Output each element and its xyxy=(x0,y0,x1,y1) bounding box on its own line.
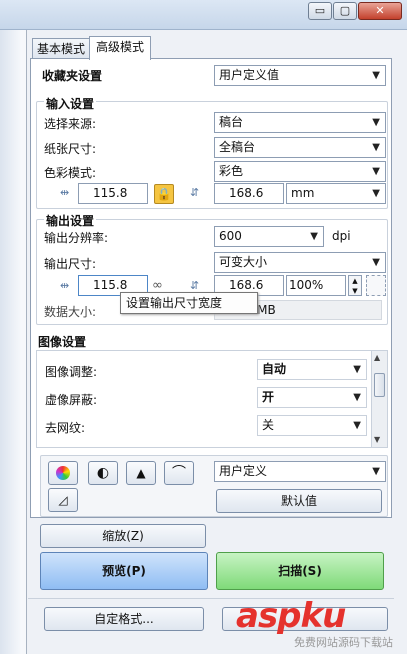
histogram-icon[interactable]: ▲ xyxy=(126,461,156,485)
chevron-down-icon: ▼ xyxy=(372,142,380,153)
descreening-label: 去网纹: xyxy=(45,421,86,435)
left-window-shadow xyxy=(0,30,22,654)
chevron-down-icon: ▼ xyxy=(372,117,380,128)
resolution-label: 输出分辨率: xyxy=(44,231,109,245)
favorites-select[interactable]: 用户定义值 ▼ xyxy=(214,65,386,86)
paper-size-select[interactable]: 全稿台 ▼ xyxy=(214,137,386,158)
color-mode-select[interactable]: 彩色 ▼ xyxy=(214,161,386,182)
descreening-value: 关 xyxy=(262,418,275,432)
scan-button[interactable]: 扫描(S) xyxy=(216,552,384,590)
color-palette-icon[interactable] xyxy=(48,461,78,485)
color-mode-value: 彩色 xyxy=(219,164,244,178)
custom-format-button[interactable]: 自定格式... xyxy=(44,607,204,631)
scale-stepper[interactable]: ▲ ▼ xyxy=(348,275,362,296)
maximize-button[interactable]: ▢ xyxy=(333,2,357,20)
chevron-down-icon: ▼ xyxy=(372,166,380,177)
aspku-watermark-logo: aspku xyxy=(236,596,346,636)
source-label: 选择来源: xyxy=(44,117,97,131)
chevron-down-icon: ▼ xyxy=(372,257,380,268)
output-size-value: 可变大小 xyxy=(219,255,268,269)
watermark-caption: 免费网站源码下载站 xyxy=(294,636,393,649)
paper-size-value: 全稿台 xyxy=(219,140,256,154)
unit-value: mm xyxy=(291,186,315,200)
default-values-button[interactable]: 默认值 xyxy=(216,489,382,513)
source-value: 稿台 xyxy=(219,115,244,129)
chevron-down-icon: ▼ xyxy=(372,188,380,199)
zoom-button[interactable]: 缩放(Z) xyxy=(40,524,206,548)
input-settings-title: 输入设置 xyxy=(44,95,97,112)
scroll-down-icon[interactable]: ▼ xyxy=(374,435,380,444)
output-settings-title: 输出设置 xyxy=(44,212,97,229)
chevron-down-icon: ▼ xyxy=(310,231,318,242)
favorites-label: 收藏夹设置 xyxy=(42,69,103,83)
scroll-up-icon[interactable]: ▲ xyxy=(374,353,380,362)
tooltip: 设置输出尺寸宽度 xyxy=(120,292,258,314)
scrollbar-thumb[interactable] xyxy=(374,373,385,397)
image-settings-title: 图像设置 xyxy=(38,335,87,349)
source-select[interactable]: 稿台 ▼ xyxy=(214,112,386,133)
image-adjust-select[interactable]: 自动 ▼ xyxy=(257,359,367,380)
preview-button[interactable]: 预览(P) xyxy=(40,552,208,590)
unsharp-mask-select[interactable]: 开 ▼ xyxy=(257,387,367,408)
favorites-value: 用户定义值 xyxy=(219,68,280,82)
close-button[interactable]: ✕ xyxy=(358,2,402,20)
scale-field[interactable]: 100% xyxy=(286,275,346,296)
fit-size-icon[interactable] xyxy=(366,275,386,296)
resolution-select[interactable]: 600 ▼ xyxy=(214,226,324,247)
chevron-down-icon: ▼ xyxy=(353,392,361,403)
chevron-down-icon: ▼ xyxy=(372,466,380,477)
tab-basic-mode[interactable]: 基本模式 xyxy=(32,38,90,60)
preset-select[interactable]: 用户定义 ▼ xyxy=(214,461,386,482)
link-icon[interactable]: ∞ xyxy=(152,278,163,293)
lock-icon[interactable]: 🔒 xyxy=(154,184,174,204)
width-icon: ⇹ xyxy=(60,279,70,292)
image-settings-list: 图像调整: 自动 ▼ 虚像屏蔽: 开 ▼ 去网纹: 关 ▼ ▲ ▼ xyxy=(36,350,388,448)
data-size-label: 数据大小: xyxy=(44,305,97,319)
minimize-button[interactable]: ▭ xyxy=(308,2,332,20)
tone-curve-icon[interactable]: ⌒ xyxy=(164,461,194,485)
image-settings-scrollbar[interactable]: ▲ ▼ xyxy=(371,351,387,447)
input-height-field[interactable]: 168.6 xyxy=(214,183,284,204)
chevron-down-icon: ▼ xyxy=(353,364,361,375)
unsharp-mask-value: 开 xyxy=(262,390,275,404)
brightness-icon[interactable]: ◐ xyxy=(88,461,118,485)
height-icon: ⇵ xyxy=(190,279,200,292)
color-mode-label: 色彩模式: xyxy=(44,166,97,180)
chevron-down-icon: ▼ xyxy=(353,420,361,431)
descreening-select[interactable]: 关 ▼ xyxy=(257,415,367,436)
chevron-down-icon: ▼ xyxy=(372,70,380,81)
unsharp-mask-label: 虚像屏蔽: xyxy=(45,393,98,407)
image-adjust-label: 图像调整: xyxy=(45,365,98,379)
height-icon: ⇵ xyxy=(190,186,200,199)
correction-icon[interactable]: ◿ xyxy=(48,488,78,512)
width-icon: ⇹ xyxy=(60,186,70,199)
resolution-value: 600 xyxy=(219,229,242,243)
preset-value: 用户定义 xyxy=(219,464,268,478)
output-size-label: 输出尺寸: xyxy=(44,257,97,271)
input-width-field[interactable]: 115.8 xyxy=(78,183,148,204)
image-adjust-value: 自动 xyxy=(262,362,287,376)
paper-size-label: 纸张尺寸: xyxy=(44,142,97,156)
output-size-select[interactable]: 可变大小 ▼ xyxy=(214,252,386,273)
unit-select[interactable]: mm ▼ xyxy=(286,183,386,204)
resolution-unit: dpi xyxy=(332,229,351,243)
tab-advanced-mode[interactable]: 高级模式 xyxy=(89,36,151,60)
